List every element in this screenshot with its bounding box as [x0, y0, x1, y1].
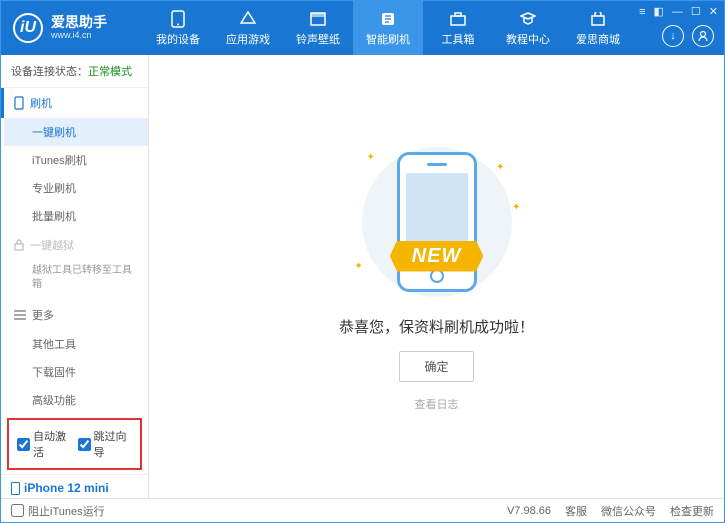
sidebar-item-oneclick-flash[interactable]: 一键刷机 — [4, 118, 148, 146]
sidebar-item-download-fw[interactable]: 下载固件 — [4, 358, 148, 386]
device-info: iPhone 12 mini 64GB Down-12mini-13,1 — [1, 474, 148, 498]
version-label: V7.98.66 — [507, 505, 551, 517]
more-icon — [14, 310, 26, 320]
window-controls: ≡ ◧ — ☐ ✕ — [639, 5, 718, 18]
lock-icon — [14, 239, 24, 251]
flash-icon — [379, 10, 397, 28]
store-icon — [589, 10, 607, 28]
tutorial-icon — [519, 10, 537, 28]
sidebar-item-batch-flash[interactable]: 批量刷机 — [4, 202, 148, 230]
download-icon[interactable]: ↓ — [662, 25, 684, 47]
ok-button[interactable]: 确定 — [399, 351, 473, 382]
check-update-link[interactable]: 检查更新 — [670, 503, 714, 519]
service-link[interactable]: 客服 — [565, 503, 587, 519]
sidebar-item-pro-flash[interactable]: 专业刷机 — [4, 174, 148, 202]
auto-activate-checkbox[interactable]: 自动激活 — [17, 428, 72, 460]
maximize-icon[interactable]: ☐ — [691, 5, 701, 18]
statusbar: 阻止iTunes运行 V7.98.66 客服 微信公众号 检查更新 — [1, 498, 724, 522]
tab-smart-flash[interactable]: 智能刷机 — [353, 1, 423, 55]
tab-store[interactable]: 爱思商城 — [563, 1, 633, 55]
phone-icon — [169, 10, 187, 28]
device-name[interactable]: iPhone 12 mini — [11, 481, 138, 495]
sidebar-header-flash[interactable]: 刷机 — [1, 88, 148, 118]
nav-tabs: 我的设备 应用游戏 铃声壁纸 智能刷机 工具箱 教程中心 — [143, 1, 712, 55]
tab-ringtones[interactable]: 铃声壁纸 — [283, 1, 353, 55]
wallpaper-icon — [309, 10, 327, 28]
jailbreak-note: 越狱工具已转移至工具箱 — [4, 260, 148, 300]
sidebar-item-itunes-flash[interactable]: iTunes刷机 — [4, 146, 148, 174]
menu-icon[interactable]: ≡ — [639, 6, 645, 18]
user-icon[interactable] — [692, 25, 714, 47]
apps-icon — [239, 10, 257, 28]
success-message: 恭喜您，保资料刷机成功啦！ — [339, 316, 534, 337]
toolbox-icon — [449, 10, 467, 28]
phone-small-icon — [14, 96, 24, 110]
skin-icon[interactable]: ◧ — [654, 5, 664, 18]
close-icon[interactable]: ✕ — [709, 5, 718, 18]
tab-tutorials[interactable]: 教程中心 — [493, 1, 563, 55]
logo-area: iU 爱思助手 www.i4.cn — [13, 13, 143, 43]
sidebar: 设备连接状态：正常模式 刷机 一键刷机 iTunes刷机 专业刷机 批量刷机 一… — [1, 55, 149, 498]
wechat-link[interactable]: 微信公众号 — [601, 503, 656, 519]
tab-toolbox[interactable]: 工具箱 — [423, 1, 493, 55]
app-window: iU 爱思助手 www.i4.cn 我的设备 应用游戏 铃声壁纸 智能刷机 — [0, 0, 725, 523]
titlebar: iU 爱思助手 www.i4.cn 我的设备 应用游戏 铃声壁纸 智能刷机 — [1, 1, 724, 55]
sidebar-header-jailbreak: 一键越狱 — [4, 230, 148, 260]
app-name: 爱思助手 — [51, 15, 107, 30]
new-ribbon: NEW — [390, 241, 484, 272]
tab-my-device[interactable]: 我的设备 — [143, 1, 213, 55]
sidebar-item-other-tools[interactable]: 其他工具 — [4, 330, 148, 358]
minimize-icon[interactable]: — — [672, 6, 683, 18]
success-illustration: ✦ ✦ ✦ ✦ NEW — [327, 142, 547, 302]
user-icons: ↓ — [662, 25, 714, 47]
options-row: 自动激活 跳过向导 — [7, 418, 142, 470]
main-content: ✦ ✦ ✦ ✦ NEW 恭喜您，保资料刷机成功啦！ 确定 查看日志 — [149, 55, 724, 498]
sidebar-item-advanced[interactable]: 高级功能 — [4, 386, 148, 414]
sidebar-header-more[interactable]: 更多 — [4, 300, 148, 330]
connection-status: 设备连接状态：正常模式 — [1, 55, 148, 88]
logo-icon: iU — [13, 13, 43, 43]
device-phone-icon — [11, 482, 20, 495]
view-log-link[interactable]: 查看日志 — [415, 396, 459, 412]
skip-guide-checkbox[interactable]: 跳过向导 — [78, 428, 133, 460]
block-itunes-checkbox[interactable]: 阻止iTunes运行 — [11, 503, 105, 519]
app-url: www.i4.cn — [51, 31, 107, 41]
tab-apps-games[interactable]: 应用游戏 — [213, 1, 283, 55]
